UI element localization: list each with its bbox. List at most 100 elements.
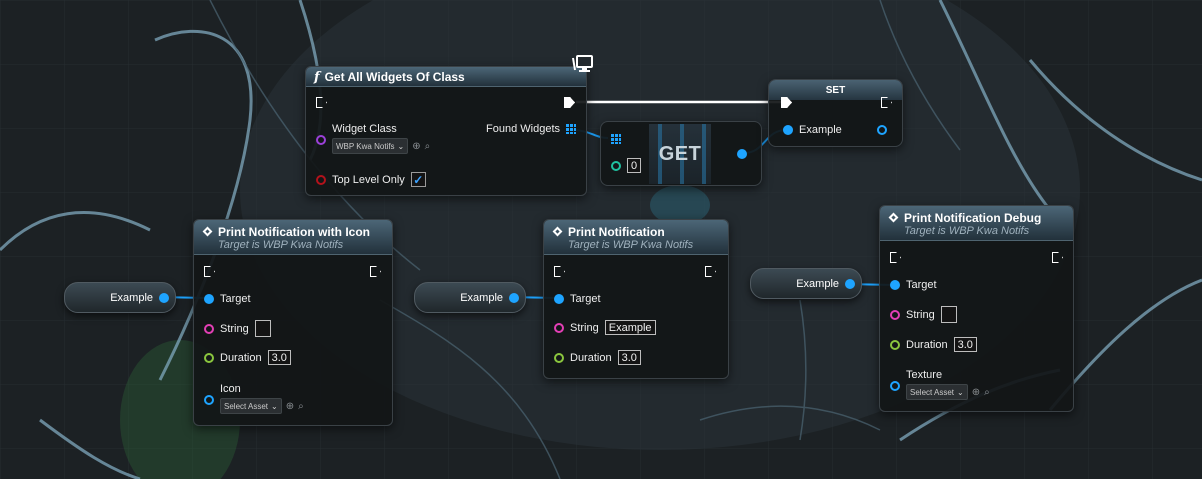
pin-label: Duration	[906, 338, 948, 351]
object-pin-icon[interactable]	[159, 292, 169, 303]
object-pin-icon[interactable]	[845, 278, 855, 289]
pin-label: String	[906, 308, 935, 321]
string-pin-icon	[890, 309, 900, 320]
output-pin-icon[interactable]	[737, 149, 747, 159]
texture-asset-dropdown[interactable]: Select Asset ⌄	[906, 384, 968, 400]
search-icon[interactable]: ⌕	[984, 387, 990, 398]
object-pin-icon[interactable]	[509, 292, 519, 303]
blueprint-graph-canvas[interactable]: f Get All Widgets Of Class Widget Class …	[0, 0, 1202, 479]
array-pin-icon[interactable]	[611, 134, 621, 144]
target-pin[interactable]: Target	[890, 279, 937, 291]
pin-label: Target	[906, 279, 937, 291]
node-header: Print Notification Debug Target is WBP K…	[880, 206, 1073, 241]
node-subtitle: Target is WBP Kwa Notifs	[218, 238, 344, 251]
array-get-node[interactable]: GET 0	[600, 121, 762, 186]
exec-input-pin[interactable]	[204, 266, 215, 277]
string-field[interactable]: Example	[604, 320, 656, 335]
node-title: Get All Widgets Of Class	[324, 70, 465, 84]
widget-class-dropdown[interactable]: WBP Kwa Notifs ⌄	[332, 138, 409, 154]
pin-label: Target	[570, 293, 601, 305]
exec-input-pin[interactable]	[890, 252, 901, 263]
object-pin-icon	[890, 280, 900, 290]
use-selected-icon[interactable]: ⊕	[412, 141, 420, 152]
print-notification-debug-node[interactable]: Print Notification Debug Target is WBP K…	[879, 205, 1074, 412]
node-title: GET	[658, 142, 702, 165]
pin-label: Target	[220, 293, 251, 305]
example-variable-node[interactable]: Example	[414, 282, 526, 313]
icon-pin[interactable]: Icon Select Asset ⌄ ⊕ ⌕	[204, 383, 304, 414]
dropdown-value: Select Asset	[224, 401, 269, 411]
node-title: Print Notification with Icon	[218, 224, 370, 239]
chevron-down-icon: ⌄	[397, 141, 405, 151]
node-subtitle: Target is WBP Kwa Notifs	[904, 224, 1030, 237]
function-diamond-icon	[888, 212, 899, 223]
set-variable-node[interactable]: SET Example	[768, 79, 903, 147]
string-pin[interactable]: String	[890, 306, 957, 323]
output-pin-icon[interactable]	[877, 125, 887, 135]
function-icon: f	[314, 69, 320, 85]
node-header: Print Notification with Icon Target is W…	[194, 220, 392, 255]
node-subtitle: Target is WBP Kwa Notifs	[568, 238, 694, 251]
string-pin[interactable]: String Example	[554, 320, 656, 335]
node-header: Print Notification Target is WBP Kwa Not…	[544, 220, 728, 255]
index-pin[interactable]: 0	[611, 158, 642, 173]
node-title: SET	[825, 85, 846, 96]
float-pin-icon	[554, 352, 564, 363]
pin-label: String	[570, 321, 599, 334]
target-pin[interactable]: Target	[204, 293, 251, 305]
widget-class-pin[interactable]: Widget Class WBP Kwa Notifs ⌄ ⊕ ⌕	[316, 123, 430, 154]
duration-field[interactable]: 3.0	[617, 350, 641, 365]
float-pin-icon	[204, 352, 214, 363]
dropdown-value: WBP Kwa Notifs	[336, 141, 395, 151]
icon-asset-dropdown[interactable]: Select Asset ⌄	[220, 398, 282, 414]
target-pin[interactable]: Target	[554, 293, 601, 305]
class-pin-icon	[316, 135, 326, 145]
example-variable-node[interactable]: Example	[750, 268, 862, 299]
index-field[interactable]: 0	[627, 158, 642, 173]
pin-label: Found Widgets	[486, 123, 560, 135]
pin-label: Widget Class	[332, 123, 397, 135]
array-pin-icon	[566, 124, 576, 134]
int-pin-icon	[611, 160, 621, 171]
dropdown-value: Select Asset	[910, 387, 955, 397]
get-all-widgets-of-class-node[interactable]: f Get All Widgets Of Class Widget Class …	[305, 66, 587, 196]
print-notification-node[interactable]: Print Notification Target is WBP Kwa Not…	[543, 219, 729, 379]
exec-output-pin[interactable]	[1052, 252, 1063, 263]
exec-input-pin[interactable]	[554, 266, 565, 277]
found-widgets-pin[interactable]: Found Widgets	[486, 123, 576, 135]
exec-output-pin[interactable]	[705, 266, 716, 277]
exec-output-pin[interactable]	[564, 97, 575, 108]
pin-label: Icon	[220, 383, 241, 395]
example-variable-node[interactable]: Example	[64, 282, 176, 313]
bool-pin-icon	[316, 174, 326, 185]
top-level-only-checkbox[interactable]: ✓	[410, 172, 426, 187]
duration-field[interactable]: 3.0	[953, 337, 977, 352]
use-selected-icon[interactable]: ⊕	[286, 401, 294, 412]
get-title-plate: GET	[649, 124, 711, 184]
search-icon[interactable]: ⌕	[425, 141, 431, 152]
string-field[interactable]	[254, 320, 271, 337]
string-pin[interactable]: String	[204, 320, 271, 337]
search-icon[interactable]: ⌕	[298, 401, 304, 412]
print-notification-with-icon-node[interactable]: Print Notification with Icon Target is W…	[193, 219, 393, 426]
exec-input-pin[interactable]	[316, 97, 327, 108]
texture-pin-icon	[890, 381, 900, 391]
duration-pin[interactable]: Duration 3.0	[890, 337, 977, 352]
example-input-pin[interactable]: Example	[783, 124, 842, 136]
exec-output-pin[interactable]	[370, 266, 381, 277]
variable-label: Example	[110, 291, 153, 304]
function-diamond-icon	[552, 226, 563, 237]
top-level-only-pin[interactable]: Top Level Only ✓	[316, 172, 426, 187]
pin-label: Top Level Only	[332, 173, 405, 186]
string-field[interactable]	[940, 306, 957, 323]
pin-label: String	[220, 322, 249, 335]
duration-pin[interactable]: Duration 3.0	[204, 350, 291, 365]
texture-pin[interactable]: Texture Select Asset ⌄ ⊕ ⌕	[890, 369, 990, 400]
chevron-down-icon: ⌄	[957, 387, 964, 397]
duration-field[interactable]: 3.0	[267, 350, 291, 365]
variable-label: Example	[796, 277, 839, 290]
use-selected-icon[interactable]: ⊕	[972, 387, 980, 398]
pin-label: Texture	[906, 369, 943, 381]
duration-pin[interactable]: Duration 3.0	[554, 350, 641, 365]
float-pin-icon	[890, 339, 900, 350]
